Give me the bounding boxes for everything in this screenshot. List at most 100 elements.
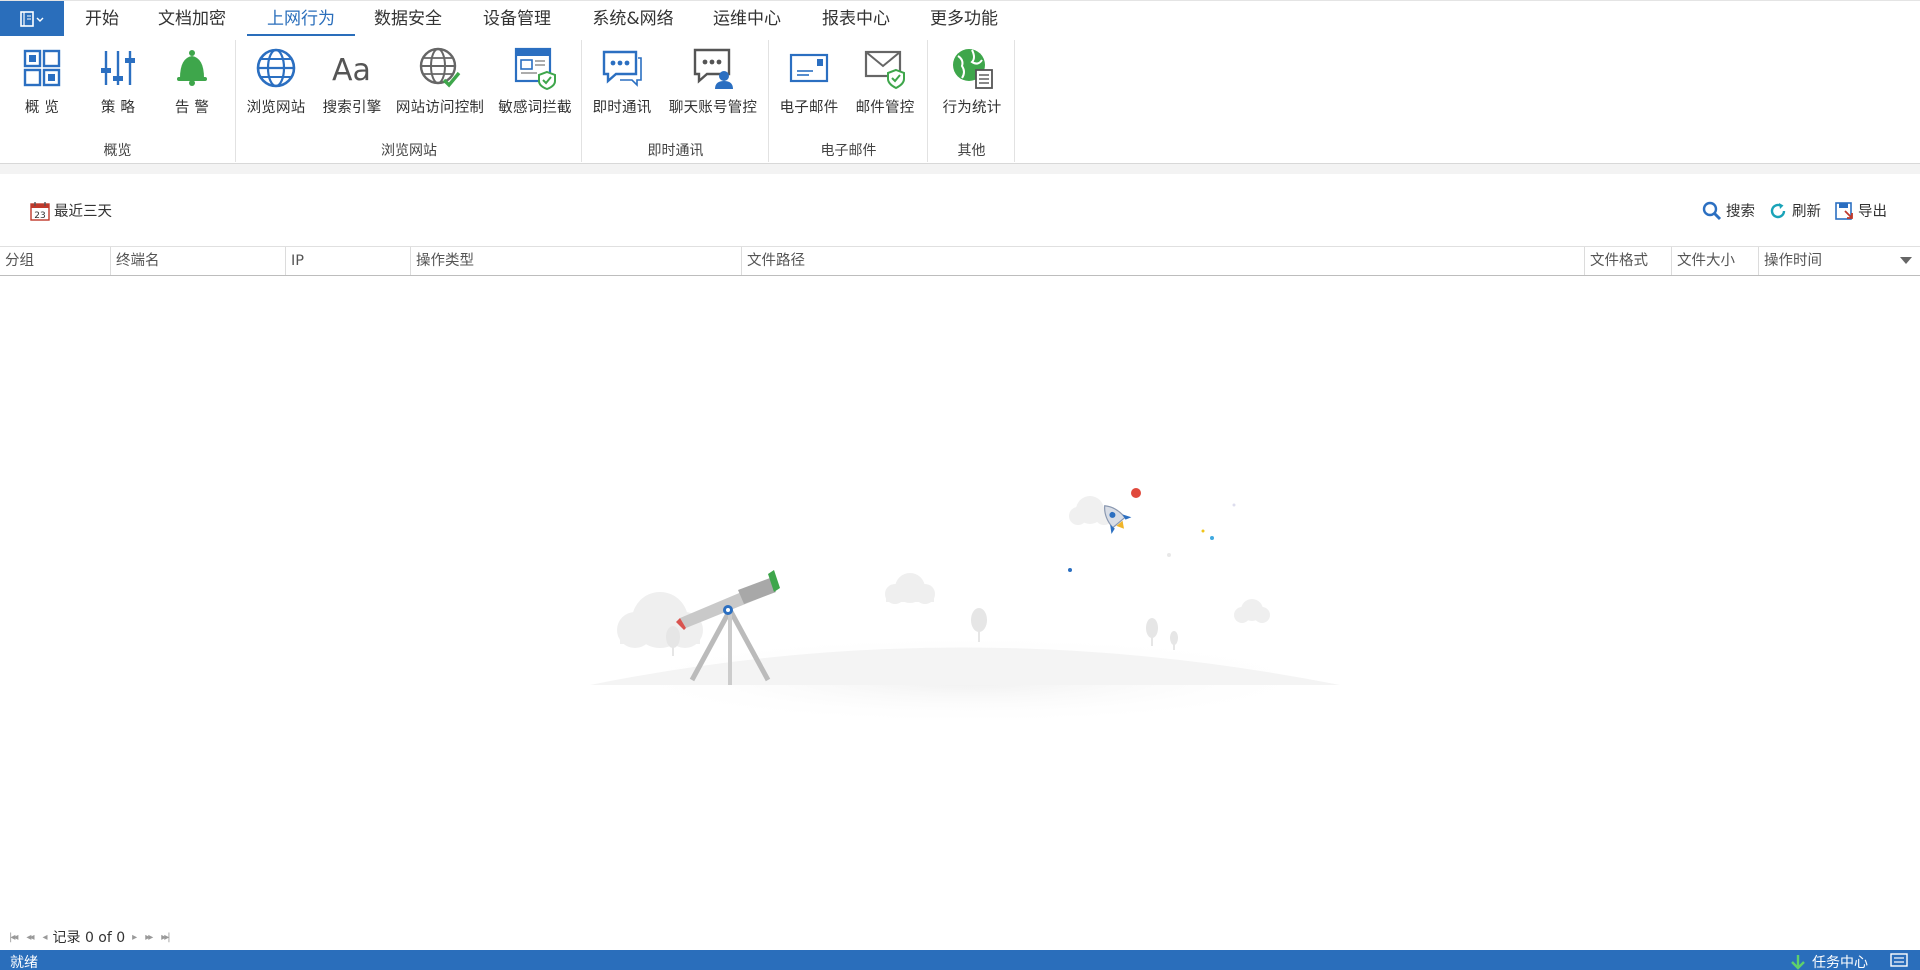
browse-website-label: 浏览网站 [246, 100, 306, 116]
prev-page-group-button[interactable]: ◂◂ [23, 932, 35, 943]
envelope-icon [787, 46, 831, 90]
alarm-button-label: 告 警 [174, 100, 210, 116]
envelope-check-icon [863, 46, 907, 90]
globe-check-icon [418, 46, 462, 90]
email-button[interactable]: 电子邮件 [778, 46, 840, 117]
column-header-ip[interactable]: IP [285, 247, 410, 275]
alarm-bell-icon [170, 46, 214, 90]
globe-icon [254, 46, 298, 90]
refresh-button[interactable]: 刷新 [1768, 200, 1821, 221]
tab-system-network[interactable]: 系统&网络 [590, 1, 676, 37]
ribbon-group-overview: 概 览 策 略 告 警 概览 [0, 40, 236, 162]
app-menu-icon [20, 10, 44, 27]
task-center-label: 任务中心 [1812, 955, 1868, 970]
toolbar: 23 最近三天 搜索 刷新 导出 [0, 174, 1920, 246]
ribbon-group-email: 电子邮件 邮件管控 电子邮件 [770, 40, 928, 162]
column-header-file-size[interactable]: 文件大小 [1671, 247, 1758, 275]
download-arrow-icon [1791, 955, 1805, 970]
cloud [1234, 599, 1270, 623]
overview-grid-icon [20, 46, 64, 90]
menu-tab-bar: 开始 文档加密 上网行为 数据安全 设备管理 系统&网络 运维中心 报表中心 更… [0, 0, 1920, 37]
ribbon-group-label: 浏览网站 [381, 143, 437, 159]
task-center-button[interactable]: 任务中心 [1790, 952, 1868, 970]
ribbon-group-label: 其他 [957, 143, 986, 159]
date-range-label: 最近三天 [54, 204, 112, 220]
star-dot [1210, 536, 1214, 540]
instant-messaging-label: 即时通讯 [592, 100, 652, 116]
chat-account-control-button[interactable]: 聊天账号管控 [667, 46, 759, 117]
empty-state-illustration [590, 488, 1340, 720]
status-bar: 就绪 任务中心 [0, 950, 1920, 970]
policy-sliders-icon [96, 46, 140, 90]
ribbon-separator [0, 164, 1920, 174]
chat-user-icon [691, 46, 735, 90]
calendar-day: 23 [34, 211, 45, 221]
email-control-label: 邮件管控 [855, 100, 915, 116]
chat-account-control-label: 聊天账号管控 [668, 100, 758, 116]
tab-doc-encryption[interactable]: 文档加密 [156, 1, 228, 37]
website-access-control-button[interactable]: 网站访问控制 [394, 46, 486, 117]
column-header-operation-type[interactable]: 操作类型 [410, 247, 741, 275]
prev-page-button[interactable]: ◂ [39, 932, 48, 943]
record-count: 记录 0 of 0 [52, 930, 126, 946]
policy-button-label: 策 略 [100, 100, 136, 116]
overview-button-label: 概 览 [24, 100, 60, 116]
behavior-stats-label: 行为统计 [942, 100, 1002, 116]
column-chooser-dropdown-icon[interactable] [1900, 257, 1912, 264]
sensitive-word-block-label: 敏感词拦截 [498, 100, 572, 116]
tab-data-security[interactable]: 数据安全 [372, 1, 444, 37]
ribbon-group-label: 概览 [103, 143, 132, 159]
column-header-group[interactable]: 分组 [0, 247, 110, 275]
email-control-button[interactable]: 邮件管控 [854, 46, 916, 117]
policy-button[interactable]: 策 略 [94, 46, 142, 117]
alarm-button[interactable]: 告 警 [168, 46, 216, 117]
search-button[interactable]: 搜索 [1702, 200, 1755, 221]
ribbon-group-label: 电子邮件 [820, 143, 877, 159]
search-engine-button[interactable]: Aa 搜索引擎 [321, 46, 383, 117]
first-page-button[interactable]: |◂◂ [6, 932, 19, 943]
refresh-icon [1770, 202, 1786, 218]
export-icon [1835, 201, 1853, 220]
ribbon-group-label: 即时通讯 [647, 143, 704, 159]
next-page-group-button[interactable]: ▸▸ [142, 932, 154, 943]
stats-globe-icon [950, 46, 994, 90]
tree [666, 626, 680, 656]
website-access-control-label: 网站访问控制 [395, 100, 485, 116]
chat-bubble-icon [600, 46, 644, 90]
ribbon-group-other: 行为统计 其他 [929, 40, 1015, 162]
overview-button[interactable]: 概 览 [18, 46, 66, 117]
email-label: 电子邮件 [779, 100, 839, 116]
ribbon: 概 览 策 略 告 警 概览 浏览网站 Aa 搜索引擎 网站访问控制 敏感词拦截… [0, 36, 1920, 164]
tab-start[interactable]: 开始 [78, 1, 126, 37]
refresh-label: 刷新 [1792, 204, 1821, 220]
star-dot [1232, 503, 1236, 507]
cloud [885, 573, 935, 604]
tab-ops-center[interactable]: 运维中心 [711, 1, 783, 37]
export-button[interactable]: 导出 [1834, 200, 1887, 221]
column-header-file-format[interactable]: 文件格式 [1584, 247, 1671, 275]
instant-messaging-button[interactable]: 即时通讯 [591, 46, 653, 117]
panel-toggle-icon[interactable] [1890, 953, 1908, 967]
column-header-terminal-name[interactable]: 终端名 [110, 247, 285, 275]
tab-internet-behavior[interactable]: 上网行为 [247, 1, 355, 37]
star-dot [1201, 529, 1205, 533]
date-range-filter[interactable]: 23 最近三天 [30, 200, 112, 221]
search-icon [1702, 201, 1722, 220]
column-header-operation-time[interactable]: 操作时间 [1758, 247, 1920, 275]
column-header-file-path[interactable]: 文件路径 [741, 247, 1584, 275]
star-dot [1167, 553, 1171, 557]
search-label: 搜索 [1726, 204, 1755, 220]
last-page-button[interactable]: ▸▸| [158, 932, 171, 943]
next-page-button[interactable]: ▸ [129, 932, 138, 943]
app-menu-button[interactable] [0, 1, 64, 36]
status-text: 就绪 [10, 955, 38, 970]
star-dot [1068, 568, 1072, 572]
sensitive-word-block-button[interactable]: 敏感词拦截 [495, 46, 575, 117]
planet-dot [1131, 488, 1141, 498]
tab-device-management[interactable]: 设备管理 [481, 1, 553, 37]
web-shield-icon [513, 46, 557, 90]
behavior-stats-button[interactable]: 行为统计 [941, 46, 1003, 117]
tab-more-features[interactable]: 更多功能 [928, 1, 1000, 37]
browse-website-button[interactable]: 浏览网站 [245, 46, 307, 117]
tab-report-center[interactable]: 报表中心 [820, 1, 892, 37]
